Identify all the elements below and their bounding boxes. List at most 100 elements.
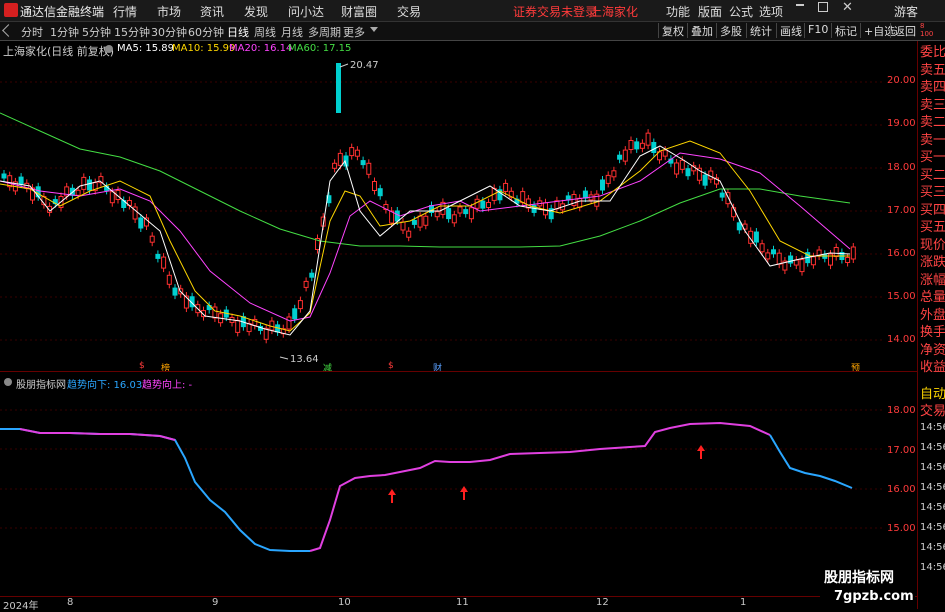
restore-icon[interactable] [818, 2, 828, 12]
menu-ask[interactable]: 问小达 [288, 3, 324, 20]
quote-item[interactable]: 买二 [920, 167, 945, 184]
price-tick: 14.00 [887, 334, 916, 345]
menu-trade[interactable]: 交易 [397, 3, 421, 20]
candle-body [850, 246, 856, 260]
overlay-button[interactable]: 叠加 [687, 23, 716, 38]
quote-item[interactable]: 外盘 [920, 307, 945, 324]
quote-item[interactable]: 买三 [920, 184, 945, 201]
menu-options[interactable]: 选项 [759, 3, 783, 20]
period-tab[interactable]: 1分钟 [50, 24, 79, 40]
pane-divider [0, 371, 917, 372]
menu-formula[interactable]: 公式 [729, 3, 753, 20]
back-arrow-icon[interactable] [2, 24, 15, 37]
period-tab[interactable]: 多周期 [308, 24, 341, 40]
draw-button[interactable]: 画线 [776, 23, 805, 38]
candle-body [286, 316, 292, 330]
menu-discover[interactable]: 发现 [244, 3, 268, 20]
quote-item[interactable]: 买一 [920, 149, 945, 166]
candle-body [394, 210, 400, 222]
quote-item[interactable]: 换手 [920, 324, 945, 341]
price-tick: 20.00 [887, 75, 916, 86]
indicator-tick: 17.00 [887, 445, 916, 456]
candle-body [349, 147, 355, 157]
close-icon[interactable]: ✕ [842, 0, 853, 15]
period-tab[interactable]: 15分钟 [114, 24, 150, 40]
settings-dot-icon[interactable] [4, 378, 12, 386]
minimize-icon[interactable] [796, 4, 804, 6]
candle-body [1, 173, 7, 179]
candle-body [400, 221, 406, 231]
candle-body [457, 206, 463, 214]
candle-body [166, 274, 172, 285]
guest-label[interactable]: 游客 [894, 3, 918, 20]
kline-chart[interactable]: 20.47 13.64 [0, 41, 884, 371]
menu-wealth[interactable]: 财富圈 [341, 3, 377, 20]
candle-body [611, 170, 617, 178]
period-tab-active[interactable]: 日线 [227, 24, 249, 40]
quote-item[interactable]: 委比 [920, 44, 945, 61]
tab-auto[interactable]: 自动 [920, 386, 945, 403]
ranking-badge[interactable]: 榜 [160, 361, 171, 374]
quote-item[interactable]: 卖二 [920, 114, 945, 131]
period-tab[interactable]: 分时 [21, 24, 43, 40]
candlesticks [1, 63, 856, 344]
login-notice[interactable]: 证券交易未登录 [513, 3, 597, 20]
date-label: 9 [212, 597, 219, 608]
candle-body [292, 308, 298, 320]
high-price-label: 20.47 [350, 60, 379, 71]
reduce-badge[interactable]: 减 [322, 361, 333, 374]
dividend-badge[interactable]: $ [138, 361, 146, 371]
quote-item[interactable]: 总量 [920, 289, 945, 306]
quote-item[interactable]: 卖四 [920, 79, 945, 96]
stats-button[interactable]: 统计 [746, 23, 775, 38]
price-tick: 15.00 [887, 291, 916, 302]
menu-market[interactable]: 市场 [157, 3, 181, 20]
watermark-line1: 股朋指标网 [824, 570, 894, 586]
forecast-badge[interactable]: 预 [850, 361, 861, 374]
menu-quotes[interactable]: 行情 [113, 3, 137, 20]
quote-item[interactable]: 收益 [920, 359, 945, 376]
quote-item[interactable]: 卖五 [920, 62, 945, 79]
finance-badge[interactable]: 财 [432, 361, 443, 374]
quote-item[interactable]: 净资 [920, 342, 945, 359]
quote-item[interactable]: 买四 [920, 202, 945, 219]
indicator-tick: 18.00 [887, 405, 916, 416]
candle-body [309, 272, 315, 278]
period-tab[interactable]: 30分钟 [151, 24, 187, 40]
candle-body [577, 197, 583, 208]
menu-layout[interactable]: 版面 [698, 3, 722, 20]
quote-item[interactable]: 涨跌 [920, 254, 945, 271]
candle-body [172, 287, 178, 296]
return-button[interactable]: 返回 [890, 23, 919, 38]
f10-button[interactable]: F10 [804, 23, 831, 38]
quote-item[interactable]: 买五 [920, 219, 945, 236]
period-tab[interactable]: 5分钟 [82, 24, 111, 40]
menu-function[interactable]: 功能 [666, 3, 690, 20]
candle-body [810, 256, 816, 266]
period-tab[interactable]: 60分钟 [188, 24, 224, 40]
candle-body [109, 191, 115, 204]
tick-time: 14:56 [920, 502, 945, 513]
dividend-badge[interactable]: $ [387, 361, 395, 371]
tab-trade[interactable]: 交易 [920, 403, 945, 420]
mark-button[interactable]: 标记 [831, 23, 860, 38]
quote-item[interactable]: 卖三 [920, 97, 945, 114]
period-tab[interactable]: 更多 [343, 24, 365, 40]
candle-body [337, 152, 343, 166]
candle-body [372, 181, 377, 191]
adjust-button[interactable]: 复权 [658, 23, 687, 38]
quote-item[interactable]: 卖一 [920, 132, 945, 149]
tick-time: 14:56 [920, 442, 945, 453]
menu-news[interactable]: 资讯 [200, 3, 224, 20]
trend-up-label: 趋势向上: - [142, 380, 193, 391]
period-tab[interactable]: 周线 [254, 24, 276, 40]
candle-body [81, 176, 87, 190]
candle-body [520, 191, 526, 204]
candle-body [411, 219, 417, 225]
quote-item[interactable]: 现价 [920, 237, 945, 254]
chevron-down-icon[interactable] [370, 27, 378, 32]
trend-indicator-chart[interactable] [0, 390, 884, 595]
quote-item[interactable]: 涨幅 [920, 272, 945, 289]
period-tab[interactable]: 月线 [281, 24, 303, 40]
multi-stock-button[interactable]: 多股 [716, 23, 745, 38]
